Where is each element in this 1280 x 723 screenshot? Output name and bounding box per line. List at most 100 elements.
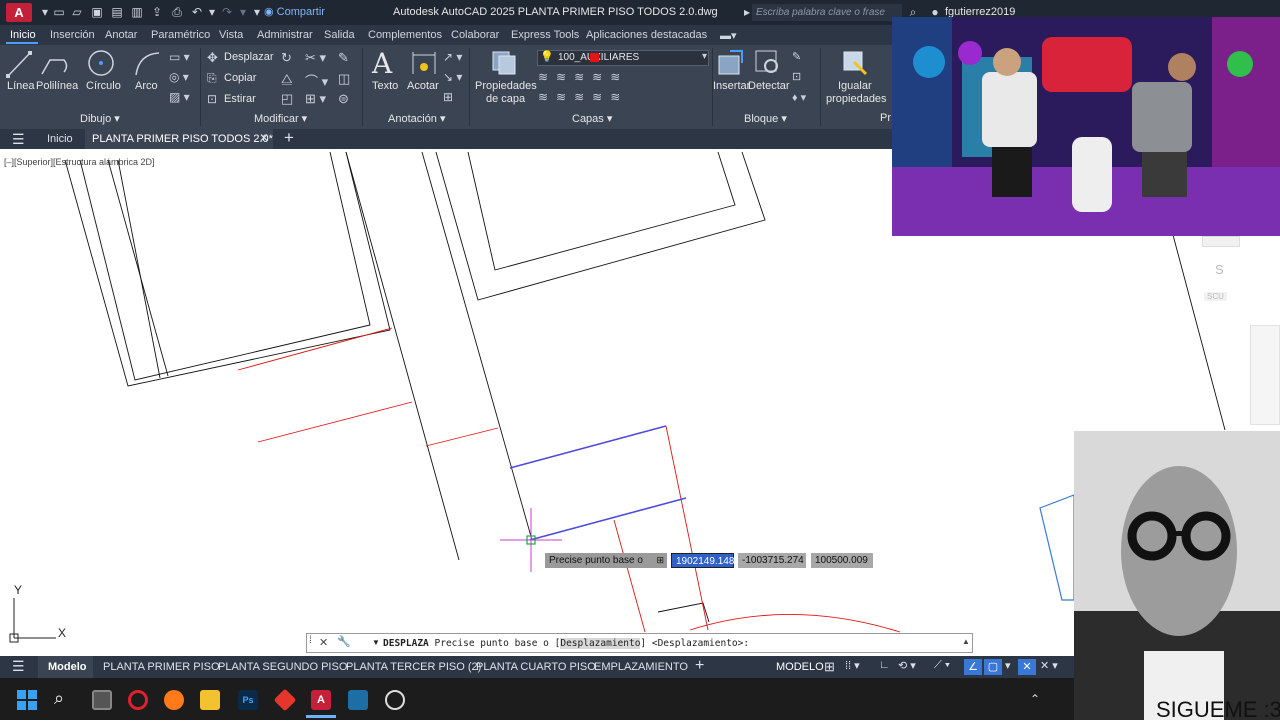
nav-s-label[interactable]: S xyxy=(1215,262,1224,277)
save-web-icon[interactable]: ⇪ xyxy=(150,5,164,19)
file-tab-home[interactable]: Inicio xyxy=(47,133,73,145)
ortho-icon[interactable]: ∟ xyxy=(879,659,890,671)
text-icon[interactable]: A xyxy=(372,47,392,80)
layer-properties-button-line2[interactable]: de capa xyxy=(486,93,525,105)
model-space-button[interactable]: MODELO xyxy=(776,661,824,673)
detect-icon[interactable] xyxy=(753,48,783,78)
stretch-button[interactable]: Estirar xyxy=(224,93,256,105)
app-menu-chevron-icon[interactable]: ▾ xyxy=(38,5,52,19)
layer-properties-button[interactable]: Propiedades xyxy=(475,80,537,92)
task-view-icon[interactable] xyxy=(92,690,112,710)
stretch-icon[interactable]: ⊡ xyxy=(207,92,217,106)
fillet-icon[interactable]: ⌒ ▾ xyxy=(305,71,328,90)
windows-start-icon[interactable] xyxy=(17,690,37,710)
layer-tools-row1-icons[interactable]: ≋≋≋≋≋ xyxy=(538,70,628,84)
layer-dropdown-chevron-icon[interactable]: ▾ xyxy=(702,51,707,62)
insert-button[interactable]: Insertar xyxy=(713,80,750,92)
grid-icon[interactable]: ⊞ xyxy=(824,659,835,675)
open-web-icon[interactable]: ▥ xyxy=(130,5,144,19)
help-search-input[interactable]: Escriba palabra clave o frase xyxy=(752,4,902,21)
dynamic-input-x[interactable]: 1902149.148 xyxy=(671,553,734,568)
leader-options-icon[interactable]: ↘ ▾ xyxy=(443,70,462,84)
firefox-icon[interactable] xyxy=(164,690,184,710)
block-edit-icon[interactable]: ✎ xyxy=(792,50,801,63)
undo-dropdown-icon[interactable]: ▾ xyxy=(205,5,219,19)
array-icon[interactable]: ⊞ ▾ xyxy=(305,91,326,107)
arc-icon[interactable] xyxy=(133,50,161,78)
tab-insercion[interactable]: Inserción xyxy=(50,29,95,41)
insert-block-icon[interactable] xyxy=(716,48,746,78)
dynamic-input-z[interactable]: 100500.009 xyxy=(811,553,873,568)
copy-button[interactable]: Copiar xyxy=(224,72,256,84)
isodraft-icon[interactable]: ⟋ ▾ xyxy=(934,659,950,672)
offset-icon[interactable]: ⊜ xyxy=(338,91,349,107)
block-more-icon[interactable]: ♦ ▾ xyxy=(792,91,806,104)
modify-panel-title[interactable]: Modificar ▾ xyxy=(254,112,307,125)
line-icon[interactable] xyxy=(6,50,32,78)
command-customize-icon[interactable]: 🔧 xyxy=(337,635,351,648)
erase-icon[interactable]: ✎ xyxy=(338,50,349,66)
hamburger-menu-icon[interactable]: ☰ xyxy=(12,131,25,148)
tab-administrar[interactable]: Administrar xyxy=(257,29,313,41)
dynamic-input-y[interactable]: -1003715.274 xyxy=(738,553,806,568)
object-snap-track-icon[interactable]: ∠ xyxy=(964,659,982,675)
dynamic-options-icon[interactable]: ⊞ xyxy=(656,553,664,568)
circle-button[interactable]: Círculo xyxy=(86,80,121,92)
ribbon-minimize-icon[interactable]: ▬▾ xyxy=(720,29,737,42)
line-button[interactable]: Línea xyxy=(7,80,35,92)
annotation-scale-icon[interactable]: ✕ xyxy=(1018,659,1036,675)
navigation-bar[interactable] xyxy=(1250,325,1280,425)
command-expand-icon[interactable]: ▲ xyxy=(962,637,970,646)
block-panel-title[interactable]: Bloque ▾ xyxy=(744,112,787,125)
share-button[interactable]: ◉ Compartir xyxy=(264,5,325,18)
layer-dropdown[interactable]: 100_AUXILIARES xyxy=(537,50,709,66)
photoshop-icon[interactable]: Ps xyxy=(238,690,258,710)
trim-icon[interactable]: ✂ ▾ xyxy=(305,50,326,66)
screen-recorder-icon[interactable] xyxy=(385,690,405,710)
autocad-logo[interactable]: A xyxy=(6,3,32,22)
dimension-icon[interactable] xyxy=(410,50,438,78)
layout-tab-tercer-piso[interactable]: PLANTA TERCER PISO (2) xyxy=(346,661,481,673)
tab-express-tools[interactable]: Express Tools xyxy=(511,29,579,41)
tray-chevron-icon[interactable]: ⌃ xyxy=(1030,692,1040,706)
tab-parametrico[interactable]: Paramétrico xyxy=(151,29,210,41)
detect-button[interactable]: Detectar xyxy=(748,80,790,92)
command-history-chevron-icon[interactable]: ▼ xyxy=(372,638,380,647)
sketchup-icon[interactable] xyxy=(348,690,368,710)
block-attr-icon[interactable]: ⊡ xyxy=(792,70,801,83)
new-tab-icon[interactable]: + xyxy=(284,128,294,148)
match-properties-button-line2[interactable]: propiedades xyxy=(826,93,887,105)
tab-complementos[interactable]: Complementos xyxy=(368,29,442,41)
annotation-panel-title[interactable]: Anotación ▾ xyxy=(388,112,446,125)
osnap-dropdown-icon[interactable]: ▾ xyxy=(1005,659,1011,672)
tab-vista[interactable]: Vista xyxy=(219,29,243,41)
rectangle-icon[interactable]: ▭ ▾ xyxy=(169,50,190,64)
explode-icon[interactable]: ◫ xyxy=(338,71,350,87)
autocad-taskbar-icon[interactable]: A xyxy=(311,690,331,710)
match-properties-icon[interactable] xyxy=(840,48,870,78)
layers-panel-title[interactable]: Capas ▾ xyxy=(572,112,612,125)
arc-button[interactable]: Arco xyxy=(135,80,158,92)
command-option-desplazamiento[interactable]: Desplazamiento xyxy=(560,638,641,649)
layout-tab-modelo[interactable]: Modelo xyxy=(48,661,87,673)
leader-icon[interactable]: ↗ ▾ xyxy=(443,50,462,64)
polyline-button[interactable]: Polilínea xyxy=(36,80,78,92)
layout-tab-emplazamiento[interactable]: EMPLAZAMIENTO xyxy=(594,661,688,673)
tab-aplicaciones-destacadas[interactable]: Aplicaciones destacadas xyxy=(586,29,707,41)
layer-on-icon[interactable]: 💡 xyxy=(540,50,554,63)
properties-panel-title[interactable]: Pr xyxy=(880,112,891,124)
scale-icon[interactable]: ◰ xyxy=(281,91,293,107)
move-icon[interactable]: ✥ xyxy=(207,50,218,66)
polyline-icon[interactable] xyxy=(40,50,70,78)
tab-anotar[interactable]: Anotar xyxy=(105,29,137,41)
new-file-icon[interactable]: ▭ xyxy=(52,5,66,19)
copy-icon[interactable]: ⎘ xyxy=(207,71,217,86)
visibility-icon[interactable]: ✕ ▾ xyxy=(1040,659,1058,672)
tab-colaborar[interactable]: Colaborar xyxy=(451,29,499,41)
rotate-icon[interactable]: ↻ xyxy=(281,50,292,66)
layer-properties-icon[interactable] xyxy=(489,48,519,78)
file-tab-active[interactable]: PLANTA PRIMER PISO TODOS 2.0* xyxy=(92,133,273,145)
new-layout-icon[interactable]: + xyxy=(695,657,704,675)
print-icon[interactable]: ⎙ xyxy=(170,5,184,19)
search-taskbar-icon[interactable]: ⌕ xyxy=(54,688,64,709)
